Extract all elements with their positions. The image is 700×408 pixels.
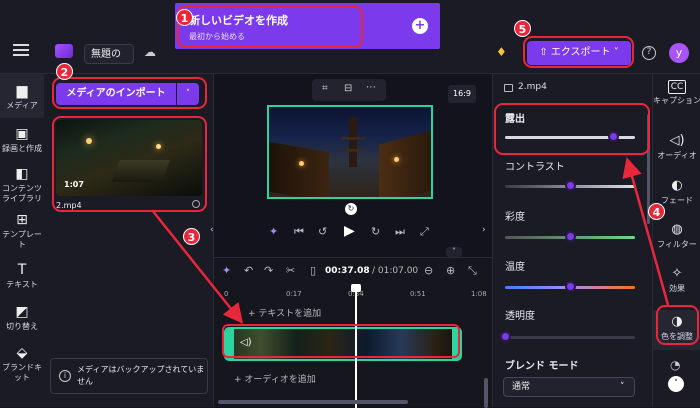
backup-notice: i メディアはバックアップされていません (50, 358, 208, 394)
timeline-scrollbar[interactable] (218, 400, 408, 404)
add-text-track[interactable]: + テキストを追加 (248, 306, 321, 319)
temperature-label: 温度 (505, 262, 525, 273)
nav-item-brand-kit[interactable]: ⬙ ブランドキット (0, 345, 44, 383)
template-icon: ⊞ (16, 212, 28, 228)
annotation-badge-1: 1 (176, 9, 193, 26)
folder-icon: ▆ (16, 83, 28, 99)
timeline-vscroll[interactable] (484, 378, 488, 408)
undo-icon[interactable]: ↶ (244, 264, 253, 277)
contrast-label: コントラスト (505, 162, 565, 173)
annotation-box-timeline-clip (222, 324, 460, 358)
blend-mode-label: ブレンド モード (505, 361, 579, 372)
right-nav: CC キャプション ◁) オーディオ ◐ フェード ◍ フィルター ✧ 効果 ◑ 色を調整 … (652, 74, 700, 407)
magic-icon[interactable]: ✦ (269, 225, 278, 238)
cloud-off-icon[interactable]: ☁ (144, 45, 156, 59)
rewind-5-icon[interactable]: ↺ (318, 225, 327, 238)
annotation-box-1 (177, 5, 363, 48)
nav-item-transitions[interactable]: ◩ 切り替え (0, 304, 44, 332)
nav-item-filters[interactable]: ◍ フィルター (653, 222, 700, 250)
forward-5-icon[interactable]: ↻ (371, 225, 380, 238)
fullscreen-icon[interactable]: ⤢ (420, 225, 429, 239)
premium-diamond-icon[interactable]: ♦ (496, 45, 507, 59)
fit-icon[interactable]: ⊟ (344, 83, 352, 94)
brand-icon: ⬙ (16, 345, 28, 361)
contrast-knob[interactable] (565, 180, 576, 191)
annotation-box-3 (52, 116, 207, 212)
filter-icon: ◍ (671, 222, 683, 237)
chevron-down-icon: ˅ (620, 382, 625, 392)
help-icon[interactable]: ? (642, 46, 656, 60)
nav-item-record[interactable]: ▣ 録画と作成 (0, 126, 44, 154)
transparency-knob[interactable] (500, 331, 511, 342)
skip-start-icon[interactable]: ⏮ (294, 225, 304, 239)
crop-icon[interactable]: ⌗ (322, 83, 328, 94)
nav-item-effects[interactable]: ✧ 効果 (653, 266, 700, 294)
project-name[interactable]: 無題の (84, 44, 134, 64)
library-icon: ◧ (15, 166, 29, 182)
total-time: / 01:07.00 (372, 266, 419, 276)
nav-item-audio[interactable]: ◁) オーディオ (653, 133, 700, 161)
speed-icon[interactable]: ◔ (670, 358, 680, 372)
nav-item-captions[interactable]: CC キャプション (653, 80, 700, 106)
effects-icon: ✧ (671, 266, 683, 281)
saturation-knob[interactable] (565, 231, 576, 242)
left-nav: ▆ メディア ▣ 録画と作成 ◧ コンテンツライブラリ ⊞ テンプレート T テキスト ◩… (0, 74, 44, 407)
nav-item-templates[interactable]: ⊞ テンプレート (0, 212, 44, 250)
scroll-down-icon[interactable]: ˅ (668, 376, 684, 392)
play-icon[interactable]: ▶ (344, 223, 355, 239)
nav-item-media[interactable]: ▆ メディア (0, 83, 44, 111)
transparency-label: 透明度 (505, 311, 535, 322)
cc-icon: CC (668, 80, 686, 94)
saturation-label: 彩度 (505, 212, 525, 223)
redo-icon[interactable]: ↷ (264, 264, 273, 277)
annotation-box-5 (523, 36, 634, 68)
aspect-ratio-button[interactable]: 16:9 (448, 85, 476, 103)
zoom-out-icon[interactable]: ⊖ (424, 264, 433, 277)
clipchamp-logo-icon (55, 44, 73, 58)
annotation-box-4 (494, 103, 650, 155)
current-time: 00:37.08 (325, 266, 370, 276)
menu-icon[interactable] (13, 44, 29, 56)
playhead-handle[interactable] (351, 284, 361, 292)
plus-icon: + (412, 18, 428, 34)
delete-icon[interactable]: ▯ (310, 264, 316, 277)
annotation-badge-2: 2 (56, 63, 73, 80)
file-icon (504, 84, 513, 92)
transparency-track[interactable] (505, 336, 635, 339)
camera-icon: ▣ (15, 126, 29, 142)
preview-toolbar: ⌗ ⊟ ⋯ (312, 79, 386, 101)
annotation-box-6 (656, 305, 699, 345)
properties-file-name: 2.mp4 (518, 82, 547, 92)
speaker-icon: ◁) (669, 133, 685, 148)
annotation-badge-4: 4 (648, 203, 665, 220)
rotate-handle-icon[interactable]: ↻ (345, 203, 357, 215)
more-icon[interactable]: ⋯ (366, 82, 376, 93)
annotation-box-2 (52, 77, 207, 109)
video-preview[interactable] (267, 105, 433, 199)
skip-end-icon[interactable]: ⏭ (395, 225, 405, 239)
collapse-timeline-icon[interactable]: ˅ (446, 247, 462, 257)
sparkle-icon[interactable]: ✦ (222, 264, 231, 277)
blend-mode-select[interactable]: 通常 ˅ (503, 377, 635, 397)
temperature-knob[interactable] (565, 281, 576, 292)
nav-item-text[interactable]: T テキスト (0, 262, 44, 290)
collapse-right-panel-icon[interactable]: › (482, 220, 492, 240)
split-icon[interactable]: ✂ (286, 264, 295, 277)
annotation-badge-5: 5 (514, 20, 531, 37)
fade-icon: ◐ (671, 178, 683, 193)
annotation-badge-3: 3 (183, 228, 200, 245)
text-icon: T (17, 262, 27, 278)
info-icon: i (59, 370, 71, 382)
transition-icon: ◩ (15, 304, 29, 320)
fit-timeline-icon[interactable]: ⤡ (468, 264, 477, 278)
zoom-in-icon[interactable]: ⊕ (446, 264, 455, 277)
nav-item-library[interactable]: ◧ コンテンツライブラリ (0, 166, 44, 204)
nav-item-fade[interactable]: ◐ フェード (653, 178, 700, 206)
add-audio-track[interactable]: + オーディオを追加 (234, 372, 316, 385)
avatar[interactable]: y (669, 43, 689, 63)
